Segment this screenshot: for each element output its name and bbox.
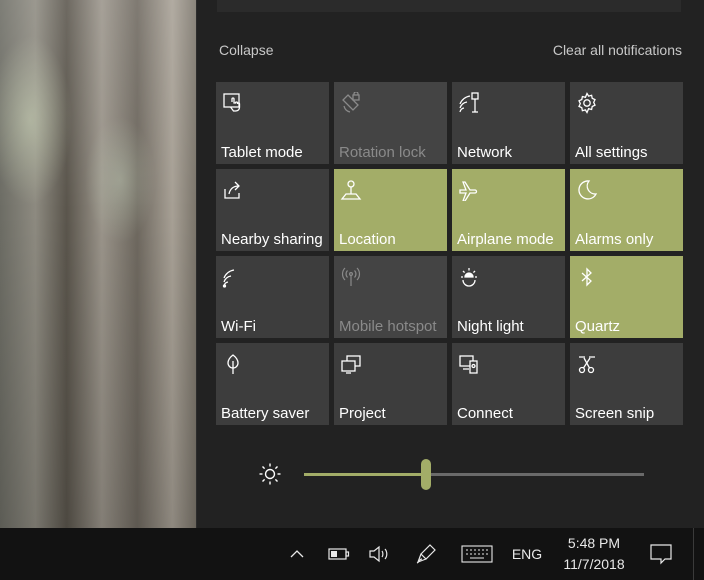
tile-label: Project: [339, 405, 386, 422]
tile-airplane-mode[interactable]: Airplane mode: [452, 169, 565, 251]
quick-actions-grid: Tablet mode Rotation lock Network All setti…: [216, 82, 683, 425]
tile-label: Screen snip: [575, 405, 655, 422]
tile-nearby-sharing[interactable]: Nearby sharing: [216, 169, 329, 251]
tile-label: Tablet mode: [221, 144, 303, 161]
battery-icon[interactable]: [327, 544, 351, 564]
tile-label: Battery saver: [221, 405, 310, 422]
action-center-panel: Collapse Clear all notifications Tablet …: [196, 0, 704, 528]
project-icon: [340, 353, 362, 375]
rotation-lock-icon: [340, 92, 362, 114]
connect-icon: [458, 353, 480, 375]
tablet-mode-icon: [222, 92, 244, 114]
brightness-icon: [258, 462, 282, 486]
tile-night-light[interactable]: Night light: [452, 256, 565, 338]
tile-label: Alarms only: [575, 231, 654, 248]
tile-label: Connect: [457, 405, 513, 422]
tile-alarms-only[interactable]: Alarms only: [570, 169, 683, 251]
pen-icon[interactable]: [414, 542, 438, 566]
notification-area-edge: [217, 0, 681, 12]
tile-mobile-hotspot: Mobile hotspot: [334, 256, 447, 338]
tile-connect[interactable]: Connect: [452, 343, 565, 425]
tile-label: Mobile hotspot: [339, 318, 437, 335]
taskbar: ENG 5:48 PM 11/7/2018: [0, 528, 704, 580]
tile-label: Night light: [457, 318, 524, 335]
brightness-slider-thumb[interactable]: [421, 459, 432, 490]
volume-icon[interactable]: [367, 543, 391, 565]
tile-label: Nearby sharing: [221, 231, 323, 248]
keyboard-icon[interactable]: [460, 544, 494, 564]
show-desktop-edge[interactable]: [693, 528, 694, 580]
location-icon: [340, 179, 362, 201]
mobile-hotspot-icon: [340, 266, 362, 288]
notification-icon[interactable]: [648, 541, 674, 567]
tile-label: Airplane mode: [457, 231, 554, 248]
tile-quartz[interactable]: Quartz: [570, 256, 683, 338]
bluetooth-icon: [576, 266, 598, 288]
battery-saver-icon: [222, 353, 244, 375]
chevron-up-icon[interactable]: [287, 544, 307, 564]
tile-label: Rotation lock: [339, 144, 426, 161]
tile-battery-saver[interactable]: Battery saver: [216, 343, 329, 425]
airplane-icon: [458, 179, 480, 201]
tile-screen-snip[interactable]: Screen snip: [570, 343, 683, 425]
wifi-icon: [222, 266, 244, 288]
network-icon: [458, 92, 480, 114]
tile-project[interactable]: Project: [334, 343, 447, 425]
tile-label: Wi-Fi: [221, 318, 256, 335]
input-language-indicator[interactable]: ENG: [506, 544, 548, 564]
tile-label: All settings: [575, 144, 648, 161]
tile-label: Quartz: [575, 318, 621, 335]
night-light-icon: [458, 266, 480, 288]
screen-snip-icon: [576, 353, 598, 375]
tile-tablet-mode[interactable]: Tablet mode: [216, 82, 329, 164]
brightness-slider[interactable]: [304, 459, 644, 490]
clock[interactable]: 5:48 PM 11/7/2018: [553, 532, 635, 576]
tile-label: Network: [457, 144, 513, 161]
clock-time: 5:48 PM: [567, 535, 621, 551]
brightness-slider-fill: [304, 473, 427, 476]
tile-location[interactable]: Location: [334, 169, 447, 251]
tile-network[interactable]: Network: [452, 82, 565, 164]
tile-all-settings[interactable]: All settings: [570, 82, 683, 164]
nearby-sharing-icon: [222, 179, 244, 201]
gear-icon: [576, 92, 598, 114]
tile-wi-fi[interactable]: Wi-Fi: [216, 256, 329, 338]
collapse-link[interactable]: Collapse: [219, 42, 273, 58]
desktop-background: [0, 0, 196, 528]
moon-icon: [576, 179, 598, 201]
tile-label: Location: [339, 231, 396, 248]
tile-rotation-lock: Rotation lock: [334, 82, 447, 164]
clock-date: 11/7/2018: [563, 556, 625, 572]
clear-all-notifications-link[interactable]: Clear all notifications: [553, 42, 682, 58]
